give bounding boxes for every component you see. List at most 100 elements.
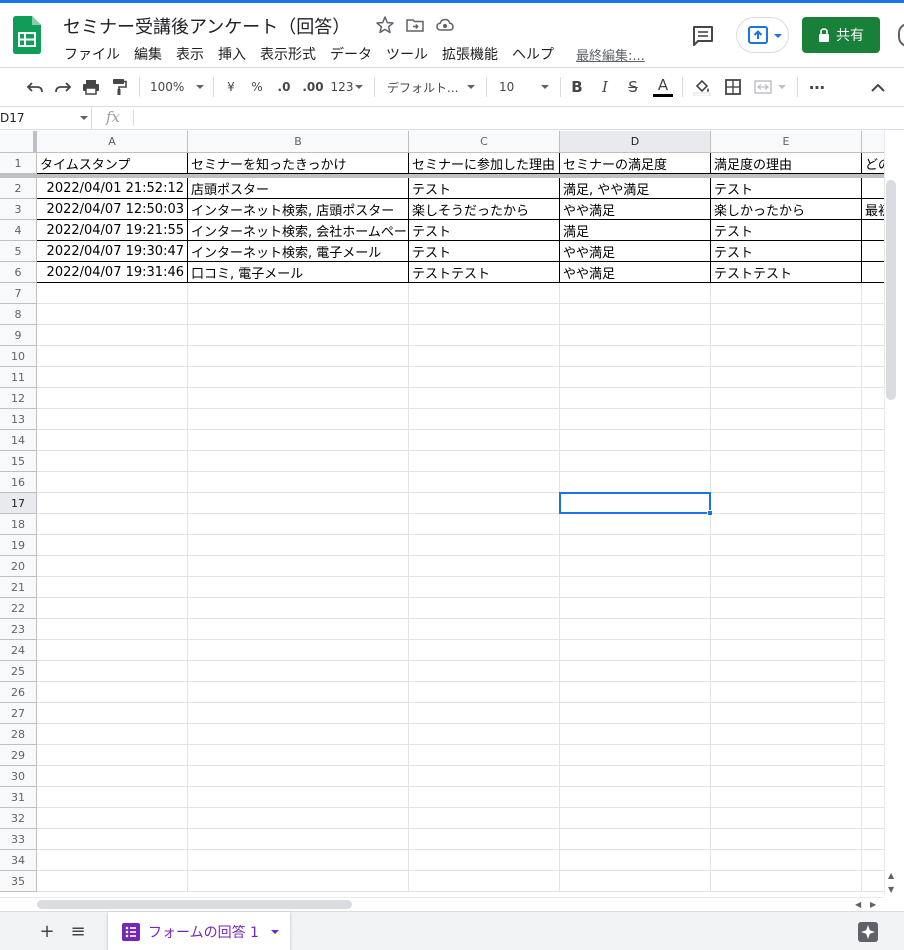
cell-C22[interactable] <box>409 598 560 619</box>
cell-D19[interactable] <box>560 535 711 556</box>
row-header-16[interactable]: 16 <box>0 472 37 493</box>
cell-E17[interactable] <box>711 493 862 514</box>
column-header-b[interactable]: B <box>188 131 409 153</box>
cell-F18[interactable] <box>862 514 884 535</box>
cell-E35[interactable] <box>711 871 862 892</box>
cell-F21[interactable] <box>862 577 884 598</box>
strikethrough-button[interactable]: S <box>622 68 644 106</box>
cell-B17[interactable] <box>188 493 409 514</box>
cell-A7[interactable] <box>37 283 188 304</box>
cell-E27[interactable] <box>711 703 862 724</box>
row-header-3[interactable]: 3 <box>0 199 37 220</box>
cell-C28[interactable] <box>409 724 560 745</box>
cell-D14[interactable] <box>560 430 711 451</box>
cell-F27[interactable] <box>862 703 884 724</box>
menu-tools[interactable]: ツール <box>379 44 435 64</box>
cell-D7[interactable] <box>560 283 711 304</box>
row-header-17[interactable]: 17 <box>0 493 37 514</box>
cell-C35[interactable] <box>409 871 560 892</box>
horizontal-scroll-thumb[interactable] <box>37 900 352 909</box>
redo-button[interactable] <box>50 68 76 106</box>
column-header-a[interactable]: A <box>37 131 188 153</box>
cell-E19[interactable] <box>711 535 862 556</box>
cell-E10[interactable] <box>711 346 862 367</box>
cell-B11[interactable] <box>188 367 409 388</box>
cell-B27[interactable] <box>188 703 409 724</box>
row-header-20[interactable]: 20 <box>0 556 37 577</box>
cell-C20[interactable] <box>409 556 560 577</box>
cell-F6[interactable] <box>862 262 884 283</box>
cell-A35[interactable] <box>37 871 188 892</box>
row-header-27[interactable]: 27 <box>0 703 37 724</box>
row-header-6[interactable]: 6 <box>0 262 37 283</box>
cell-A32[interactable] <box>37 808 188 829</box>
cell-A33[interactable] <box>37 829 188 850</box>
cell-F7[interactable] <box>862 283 884 304</box>
cell-F33[interactable] <box>862 829 884 850</box>
cell-D2[interactable]: 満足, やや満足 <box>560 178 711 199</box>
cell-A13[interactable] <box>37 409 188 430</box>
cell-E12[interactable] <box>711 388 862 409</box>
cell-D6[interactable]: やや満足 <box>560 262 711 283</box>
cell-A4[interactable]: 2022/04/07 19:21:55 <box>37 220 188 241</box>
cell-B9[interactable] <box>188 325 409 346</box>
cell-C19[interactable] <box>409 535 560 556</box>
cell-C15[interactable] <box>409 451 560 472</box>
cell-A3[interactable]: 2022/04/07 12:50:03 <box>37 199 188 220</box>
cell-B33[interactable] <box>188 829 409 850</box>
cell-E7[interactable] <box>711 283 862 304</box>
cloud-status-icon[interactable] <box>435 15 455 35</box>
cell-E28[interactable] <box>711 724 862 745</box>
cell-B25[interactable] <box>188 661 409 682</box>
cell-A27[interactable] <box>37 703 188 724</box>
row-header-23[interactable]: 23 <box>0 619 37 640</box>
cell-B30[interactable] <box>188 766 409 787</box>
cell-F35[interactable] <box>862 871 884 892</box>
cell-B4[interactable]: インターネット検索, 会社ホームページ <box>188 220 409 241</box>
cell-A5[interactable]: 2022/04/07 19:30:47 <box>37 241 188 262</box>
cell-A30[interactable] <box>37 766 188 787</box>
cell-D1[interactable]: セミナーの満足度 <box>560 153 711 174</box>
cell-B22[interactable] <box>188 598 409 619</box>
decrease-decimal-button[interactable]: .0 <box>272 68 296 106</box>
cell-B8[interactable] <box>188 304 409 325</box>
undo-button[interactable] <box>22 68 48 106</box>
cell-C5[interactable]: テスト <box>409 241 560 262</box>
menu-file[interactable]: ファイル <box>57 44 127 64</box>
cell-E25[interactable] <box>711 661 862 682</box>
cell-F9[interactable] <box>862 325 884 346</box>
present-button[interactable] <box>736 17 789 53</box>
cell-E4[interactable]: テスト <box>711 220 862 241</box>
cell-E9[interactable] <box>711 325 862 346</box>
cell-D10[interactable] <box>560 346 711 367</box>
cell-A23[interactable] <box>37 619 188 640</box>
row-header-21[interactable]: 21 <box>0 577 37 598</box>
cell-F3[interactable]: 最初 <box>862 199 884 220</box>
cell-D26[interactable] <box>560 682 711 703</box>
scroll-down-arrow-icon[interactable]: ▼ <box>888 885 894 894</box>
row-header-19[interactable]: 19 <box>0 535 37 556</box>
cell-C25[interactable] <box>409 661 560 682</box>
cell-E1[interactable]: 満足度の理由 <box>711 153 862 174</box>
cell-F11[interactable] <box>862 367 884 388</box>
borders-button[interactable] <box>720 68 746 106</box>
menu-extensions[interactable]: 拡張機能 <box>435 44 505 64</box>
scroll-right-arrow-icon[interactable]: ▶ <box>870 900 876 909</box>
cell-A20[interactable] <box>37 556 188 577</box>
cell-A2[interactable]: 2022/04/01 21:52:12 <box>37 178 188 199</box>
cell-D9[interactable] <box>560 325 711 346</box>
cell-B20[interactable] <box>188 556 409 577</box>
cell-F2[interactable] <box>862 178 884 199</box>
cell-B6[interactable]: 口コミ, 電子メール <box>188 262 409 283</box>
cell-D4[interactable]: 満足 <box>560 220 711 241</box>
cell-D18[interactable] <box>560 514 711 535</box>
add-sheet-button[interactable]: + <box>36 920 58 942</box>
cell-E5[interactable]: テスト <box>711 241 862 262</box>
cell-D15[interactable] <box>560 451 711 472</box>
row-header-26[interactable]: 26 <box>0 682 37 703</box>
cell-E21[interactable] <box>711 577 862 598</box>
freeze-row-divider[interactable] <box>0 174 884 178</box>
move-folder-icon[interactable] <box>405 15 425 35</box>
cell-B3[interactable]: インターネット検索, 店頭ポスター <box>188 199 409 220</box>
cell-A17[interactable] <box>37 493 188 514</box>
